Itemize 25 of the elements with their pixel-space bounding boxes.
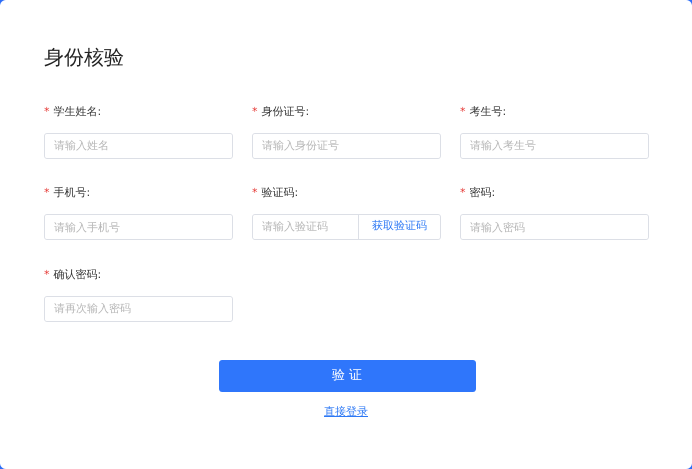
required-mark: * <box>252 104 258 120</box>
field-label: 考生号: <box>470 104 506 120</box>
field-label: 身份证号: <box>262 104 310 120</box>
input-field[interactable]: 请输入验证码 <box>252 214 359 240</box>
required-mark: * <box>252 185 258 202</box>
field-label: 验证码: <box>262 185 298 202</box>
required-mark: * <box>460 104 466 120</box>
verify-button[interactable]: 验 证 <box>218 360 476 392</box>
input-field[interactable]: 请输入密码 <box>460 214 649 240</box>
field-label: 确认密码: <box>54 266 102 283</box>
field-label: 手机号: <box>54 185 90 202</box>
input-field[interactable]: 请输入手机号 <box>44 214 233 240</box>
input-field[interactable]: 请输入考生号 <box>460 132 649 158</box>
field-label: 学生姓名: <box>54 104 102 120</box>
required-mark: * <box>44 185 50 202</box>
input-field[interactable]: 请再次输入密码 <box>44 296 233 322</box>
input-field[interactable]: 请输入姓名 <box>44 132 233 158</box>
required-mark: * <box>44 266 50 283</box>
page-title: 身份核验 <box>44 44 125 70</box>
login-link[interactable]: 直接登录 <box>324 404 368 420</box>
field-label: 密码: <box>470 185 496 202</box>
input-field[interactable]: 请输入身份证号 <box>252 132 441 158</box>
required-mark: * <box>44 104 50 120</box>
required-mark: * <box>460 185 466 202</box>
get-code-button[interactable]: 获取验证码 <box>359 214 441 240</box>
